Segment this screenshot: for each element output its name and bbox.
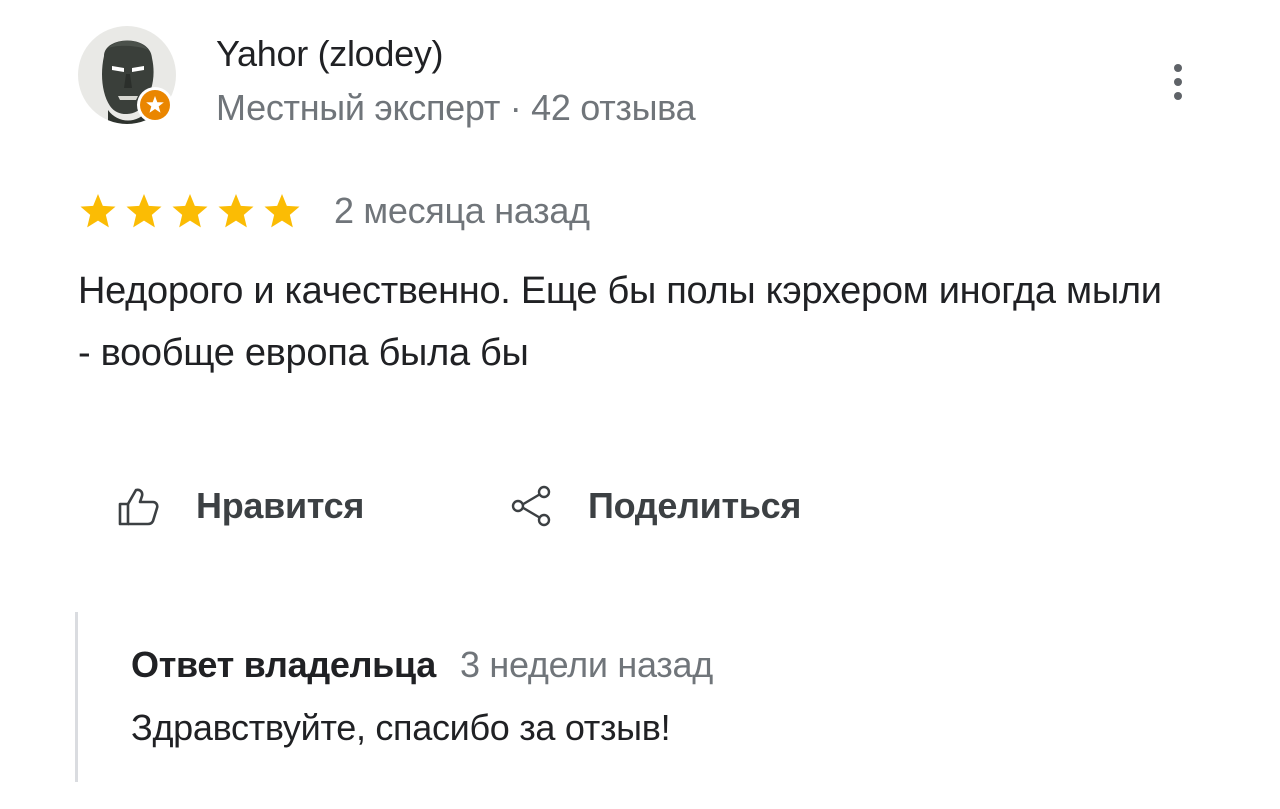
owner-reply-date: 3 недели назад — [459, 644, 713, 685]
owner-reply-header: Ответ владельца 3 недели назад — [131, 644, 713, 686]
like-label: Нравится — [196, 485, 365, 526]
review-date: 2 месяца назад — [334, 190, 590, 231]
more-vert-icon — [1174, 64, 1182, 100]
more-options-button[interactable] — [1160, 58, 1196, 106]
star-icon — [80, 194, 116, 228]
like-button[interactable]: Нравится — [116, 476, 364, 536]
star-icon — [264, 194, 300, 228]
share-label: Поделиться — [588, 485, 802, 526]
rating-row: 2 месяца назад — [78, 186, 590, 236]
review-text: Недорого и качественно. Еще бы полы кэрх… — [78, 270, 1162, 374]
star-rating — [78, 191, 302, 231]
local-guide-badge-icon — [136, 86, 174, 124]
author-name[interactable]: Yahor (zlodey) — [216, 32, 444, 76]
owner-reply-text: Здравствуйте, спасибо за отзыв! — [131, 707, 671, 748]
share-icon — [511, 485, 551, 527]
star-icon — [172, 194, 208, 228]
author-meta: Местный эксперт · 42 отзыва — [216, 87, 696, 128]
share-button[interactable]: Поделиться — [510, 476, 801, 536]
star-icon — [218, 194, 254, 228]
owner-reply: Ответ владельца 3 недели назад Здравству… — [75, 612, 1178, 782]
star-icon — [126, 194, 162, 228]
owner-reply-title: Ответ владельца — [131, 644, 436, 685]
thumb-up-icon — [118, 488, 159, 526]
